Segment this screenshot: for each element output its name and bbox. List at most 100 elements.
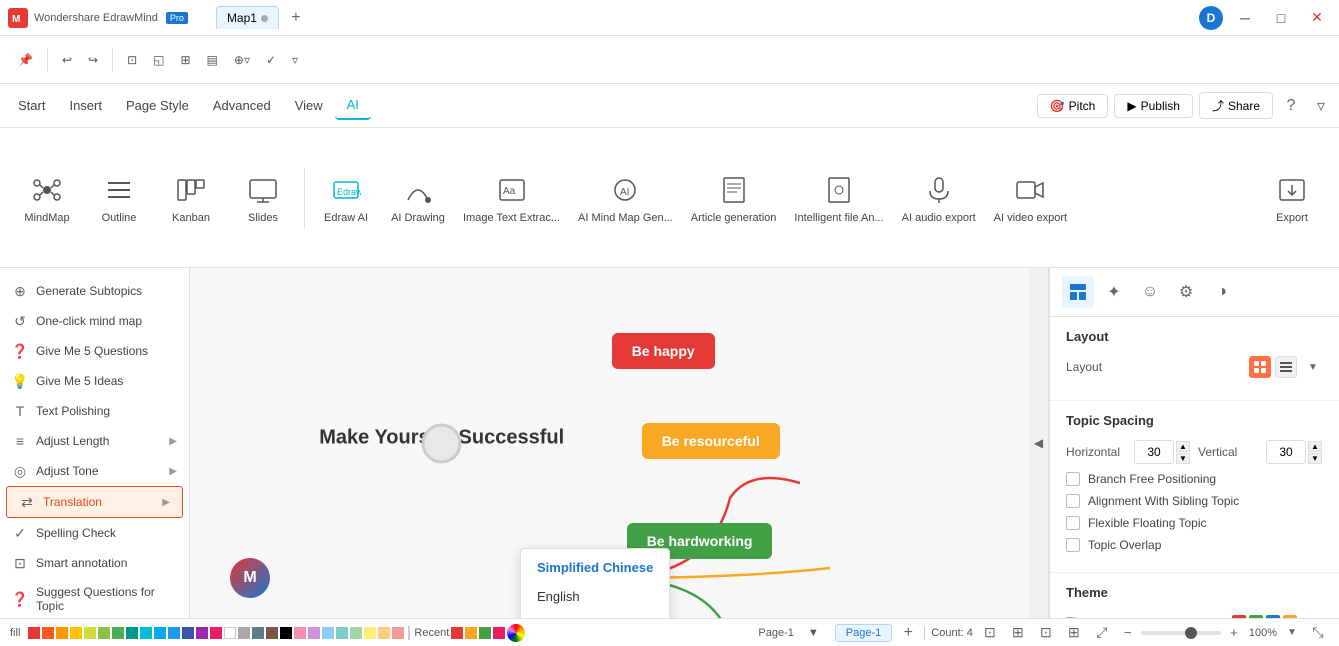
palette-orange-red[interactable] — [42, 627, 54, 639]
palette-light-blue[interactable] — [154, 627, 166, 639]
publish-button[interactable]: ▶ Publish — [1114, 94, 1193, 118]
palette-pink[interactable] — [210, 627, 222, 639]
tool-image-text[interactable]: Aa Image Text Extrac... — [455, 166, 568, 230]
horizontal-down[interactable]: ▼ — [1176, 453, 1190, 464]
give-5-ideas-item[interactable]: 💡 Give Me 5 Ideas — [0, 366, 189, 396]
translation-option-japanese[interactable]: Japanese — [521, 611, 669, 618]
zoom-slider[interactable] — [1141, 631, 1221, 635]
palette-light-red[interactable] — [392, 627, 404, 639]
palette-brown[interactable] — [266, 627, 278, 639]
palette-light-yellow[interactable] — [364, 627, 376, 639]
menu-ai[interactable]: AI — [335, 91, 371, 120]
tool-7[interactable]: ▿ — [286, 49, 304, 71]
branch-free-checkbox[interactable] — [1066, 472, 1080, 486]
page-tab-dropdown[interactable]: ▼ — [798, 625, 829, 641]
redo-button[interactable]: ↪ — [82, 49, 104, 71]
palette-teal[interactable] — [126, 627, 138, 639]
view-mode-3[interactable]: ⊞ — [1063, 622, 1085, 644]
palette-purple[interactable] — [196, 627, 208, 639]
tool-mindmap[interactable]: MindMap — [12, 166, 82, 230]
palette-blue[interactable] — [168, 627, 180, 639]
user-avatar[interactable]: D — [1199, 6, 1223, 30]
map-tab[interactable]: Map1 — [216, 6, 279, 29]
adjust-length-item[interactable]: ≡ Adjust Length ▶ — [0, 426, 189, 456]
translation-option-simplified-chinese[interactable]: Simplified Chinese — [521, 553, 669, 582]
recent-yellow[interactable] — [465, 627, 477, 639]
layout-opt-list[interactable] — [1275, 356, 1297, 378]
canvas-area[interactable]: Make Yourself Successful Be happy Be res… — [190, 268, 1029, 618]
tool-3[interactable]: ⊞ — [174, 49, 196, 71]
zoom-dropdown[interactable]: ▼ — [1283, 624, 1301, 642]
palette-indigo[interactable] — [182, 627, 194, 639]
tool-outline[interactable]: Outline — [84, 166, 154, 230]
vertical-value[interactable] — [1266, 440, 1306, 464]
right-tab-settings[interactable]: ⚙ — [1170, 276, 1202, 308]
translation-option-english[interactable]: English — [521, 582, 669, 611]
tool-article-gen[interactable]: Article generation — [683, 166, 785, 230]
palette-light-orange[interactable] — [378, 627, 390, 639]
palette-light-green2[interactable] — [350, 627, 362, 639]
one-click-mindmap-item[interactable]: ↺ One-click mind map — [0, 306, 189, 336]
fit-page-button[interactable]: ⊡ — [979, 622, 1001, 644]
menu-page-style[interactable]: Page Style — [114, 92, 201, 119]
palette-gray[interactable] — [238, 627, 250, 639]
spelling-check-item[interactable]: ✓ Spelling Check — [0, 518, 189, 548]
tool-edraw-ai[interactable]: EdrawAI Edraw AI — [311, 166, 381, 230]
new-tab-button[interactable]: + — [285, 7, 307, 29]
zoom-in-button[interactable]: + — [1225, 624, 1243, 642]
horizontal-up[interactable]: ▲ — [1176, 441, 1190, 452]
tool-ai-video[interactable]: AI video export — [986, 166, 1075, 230]
recent-pink[interactable] — [493, 627, 505, 639]
translation-item[interactable]: ⇄ Translation ▶ — [6, 486, 183, 518]
palette-white[interactable] — [224, 627, 236, 639]
menu-advanced[interactable]: Advanced — [201, 92, 283, 119]
palette-cyan[interactable] — [140, 627, 152, 639]
give-5-questions-item[interactable]: ❓ Give Me 5 Questions — [0, 336, 189, 366]
tool-5[interactable]: ⊕▿ — [228, 49, 256, 71]
share-button[interactable]: ⤴ Share — [1199, 92, 1273, 119]
palette-black[interactable] — [280, 627, 292, 639]
more-button[interactable]: ▿ — [1309, 94, 1333, 118]
panel-collapse-toggle[interactable]: ◀ — [1029, 268, 1049, 618]
generate-subtopics-item[interactable]: ⊕ Generate Subtopics — [0, 276, 189, 306]
tool-intelligent-file[interactable]: Intelligent file An... — [786, 166, 891, 230]
page-add-button[interactable]: + — [898, 623, 918, 643]
close-button[interactable]: ✕ — [1303, 4, 1331, 32]
pin-button[interactable]: 📌 — [12, 49, 39, 71]
palette-light-teal[interactable] — [336, 627, 348, 639]
tool-kanban[interactable]: Kanban — [156, 166, 226, 230]
palette-blue-gray[interactable] — [252, 627, 264, 639]
horizontal-input[interactable]: ▲ ▼ — [1134, 440, 1190, 464]
tool-slides[interactable]: Slides — [228, 166, 298, 230]
palette-light-pink[interactable] — [294, 627, 306, 639]
tool-export[interactable]: Export — [1257, 166, 1327, 230]
menu-insert[interactable]: Insert — [57, 92, 114, 119]
tool-ai-mindmap-gen[interactable]: AI AI Mind Map Gen... — [570, 166, 681, 230]
right-tab-emoji[interactable]: ☺ — [1134, 276, 1166, 308]
palette-green[interactable] — [112, 627, 124, 639]
pitch-button[interactable]: 🎯 Pitch — [1037, 94, 1109, 118]
layout-dropdown-arrow[interactable]: ▼ — [1303, 357, 1323, 377]
right-tab-ai[interactable]: ✦ — [1098, 276, 1130, 308]
palette-lime[interactable] — [84, 627, 96, 639]
topic-overlap-checkbox[interactable] — [1066, 538, 1080, 552]
text-polishing-item[interactable]: T Text Polishing — [0, 396, 189, 426]
tool-ai-audio[interactable]: AI audio export — [894, 166, 984, 230]
vertical-input[interactable]: ▲ ▼ — [1266, 440, 1322, 464]
view-mode-1[interactable]: ⊞ — [1007, 622, 1029, 644]
topic-be-happy[interactable]: Be happy — [612, 333, 715, 369]
smart-annotation-item[interactable]: ⊡ Smart annotation — [0, 548, 189, 578]
recent-green[interactable] — [479, 627, 491, 639]
restore-button[interactable]: □ — [1267, 4, 1295, 32]
palette-red[interactable] — [28, 627, 40, 639]
alignment-sibling-checkbox[interactable] — [1066, 494, 1080, 508]
tool-6[interactable]: ✓ — [260, 49, 282, 71]
right-tab-layout[interactable] — [1062, 276, 1094, 308]
horizontal-value[interactable] — [1134, 440, 1174, 464]
palette-light-green[interactable] — [98, 627, 110, 639]
palette-yellow[interactable] — [70, 627, 82, 639]
menu-view[interactable]: View — [283, 92, 335, 119]
fit-width-button[interactable]: ⤡ — [1307, 622, 1329, 644]
layout-opt-grid[interactable] — [1249, 356, 1271, 378]
page-tab-1[interactable]: Page-1 — [835, 624, 892, 642]
